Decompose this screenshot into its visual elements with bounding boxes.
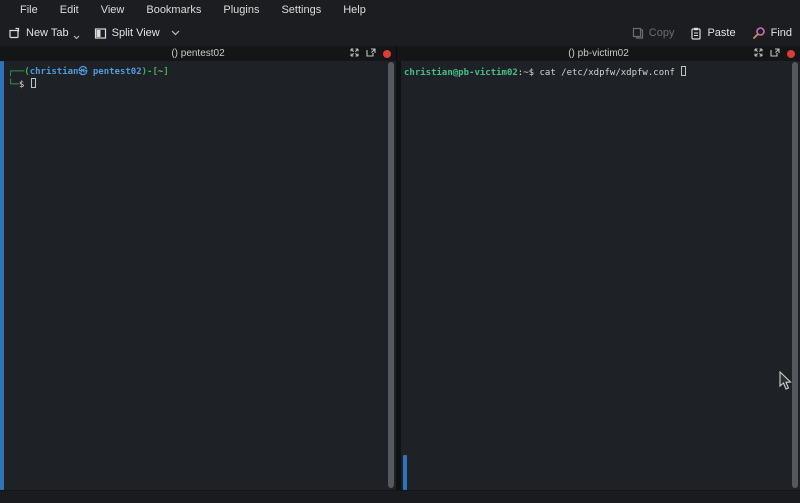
toolbar: New Tab Split View [0, 20, 800, 46]
menu-bar: File Edit View Bookmarks Plugins Setting… [0, 0, 800, 20]
split-view-label: Split View [112, 27, 160, 39]
pane-headers: () pentest02 () pb-victim02 [0, 46, 800, 61]
scrollbar[interactable] [792, 62, 798, 488]
split-view-chevron-icon[interactable] [171, 30, 180, 36]
pane-title: () pentest02 [171, 48, 224, 59]
pane-header-pb-victim02[interactable]: () pb-victim02 [397, 46, 800, 61]
close-pane-button[interactable] [787, 50, 795, 58]
maximize-view-icon[interactable] [350, 48, 359, 60]
menu-settings[interactable]: Settings [271, 2, 331, 19]
terminal-output[interactable]: christian@pb-victim02:~$ cat /etc/xdpfw/… [401, 61, 800, 79]
split-view-icon [94, 27, 107, 40]
maximize-view-icon[interactable] [754, 48, 763, 60]
paste-button[interactable]: Paste [690, 27, 735, 40]
paste-label: Paste [707, 27, 735, 39]
paste-icon [690, 27, 702, 40]
new-tab-dropdown-icon[interactable] [73, 35, 80, 40]
menu-file[interactable]: File [10, 2, 48, 19]
terminal-pentest02[interactable]: ┌──(christian㉿ pentest02)-[~]└─$ [0, 61, 396, 490]
detach-view-icon[interactable] [366, 48, 376, 60]
pane-title: () pb-victim02 [568, 48, 629, 59]
scroll-highlight-bar [403, 455, 407, 490]
terminal-pb-victim02[interactable]: christian@pb-victim02:~$ cat /etc/xdpfw/… [401, 61, 800, 490]
new-tab-icon [8, 27, 21, 40]
copy-icon [632, 27, 644, 40]
menu-view[interactable]: View [91, 2, 135, 19]
menu-help[interactable]: Help [333, 2, 376, 19]
menu-plugins[interactable]: Plugins [213, 2, 269, 19]
find-button[interactable]: Find [752, 26, 792, 40]
split-view-button[interactable]: Split View [94, 27, 180, 40]
terminal-split-area: ┌──(christian㉿ pentest02)-[~]└─$ christi… [0, 61, 800, 490]
copy-button[interactable]: Copy [632, 27, 675, 40]
new-tab-button[interactable]: New Tab [8, 27, 80, 40]
new-tab-label: New Tab [26, 27, 69, 39]
scroll-highlight-bar [0, 61, 4, 490]
menu-edit[interactable]: Edit [50, 2, 89, 19]
menu-bookmarks[interactable]: Bookmarks [136, 2, 211, 19]
find-icon [752, 26, 766, 40]
terminal-output[interactable]: ┌──(christian㉿ pentest02)-[~]└─$ [0, 61, 396, 91]
window-bottom-strip [0, 490, 800, 503]
scrollbar[interactable] [388, 62, 394, 488]
find-label: Find [771, 27, 792, 39]
konsole-window: File Edit View Bookmarks Plugins Setting… [0, 0, 800, 503]
close-pane-button[interactable] [383, 50, 391, 58]
copy-label: Copy [649, 27, 675, 39]
pane-header-pentest02[interactable]: () pentest02 [0, 46, 397, 61]
detach-view-icon[interactable] [770, 48, 780, 60]
